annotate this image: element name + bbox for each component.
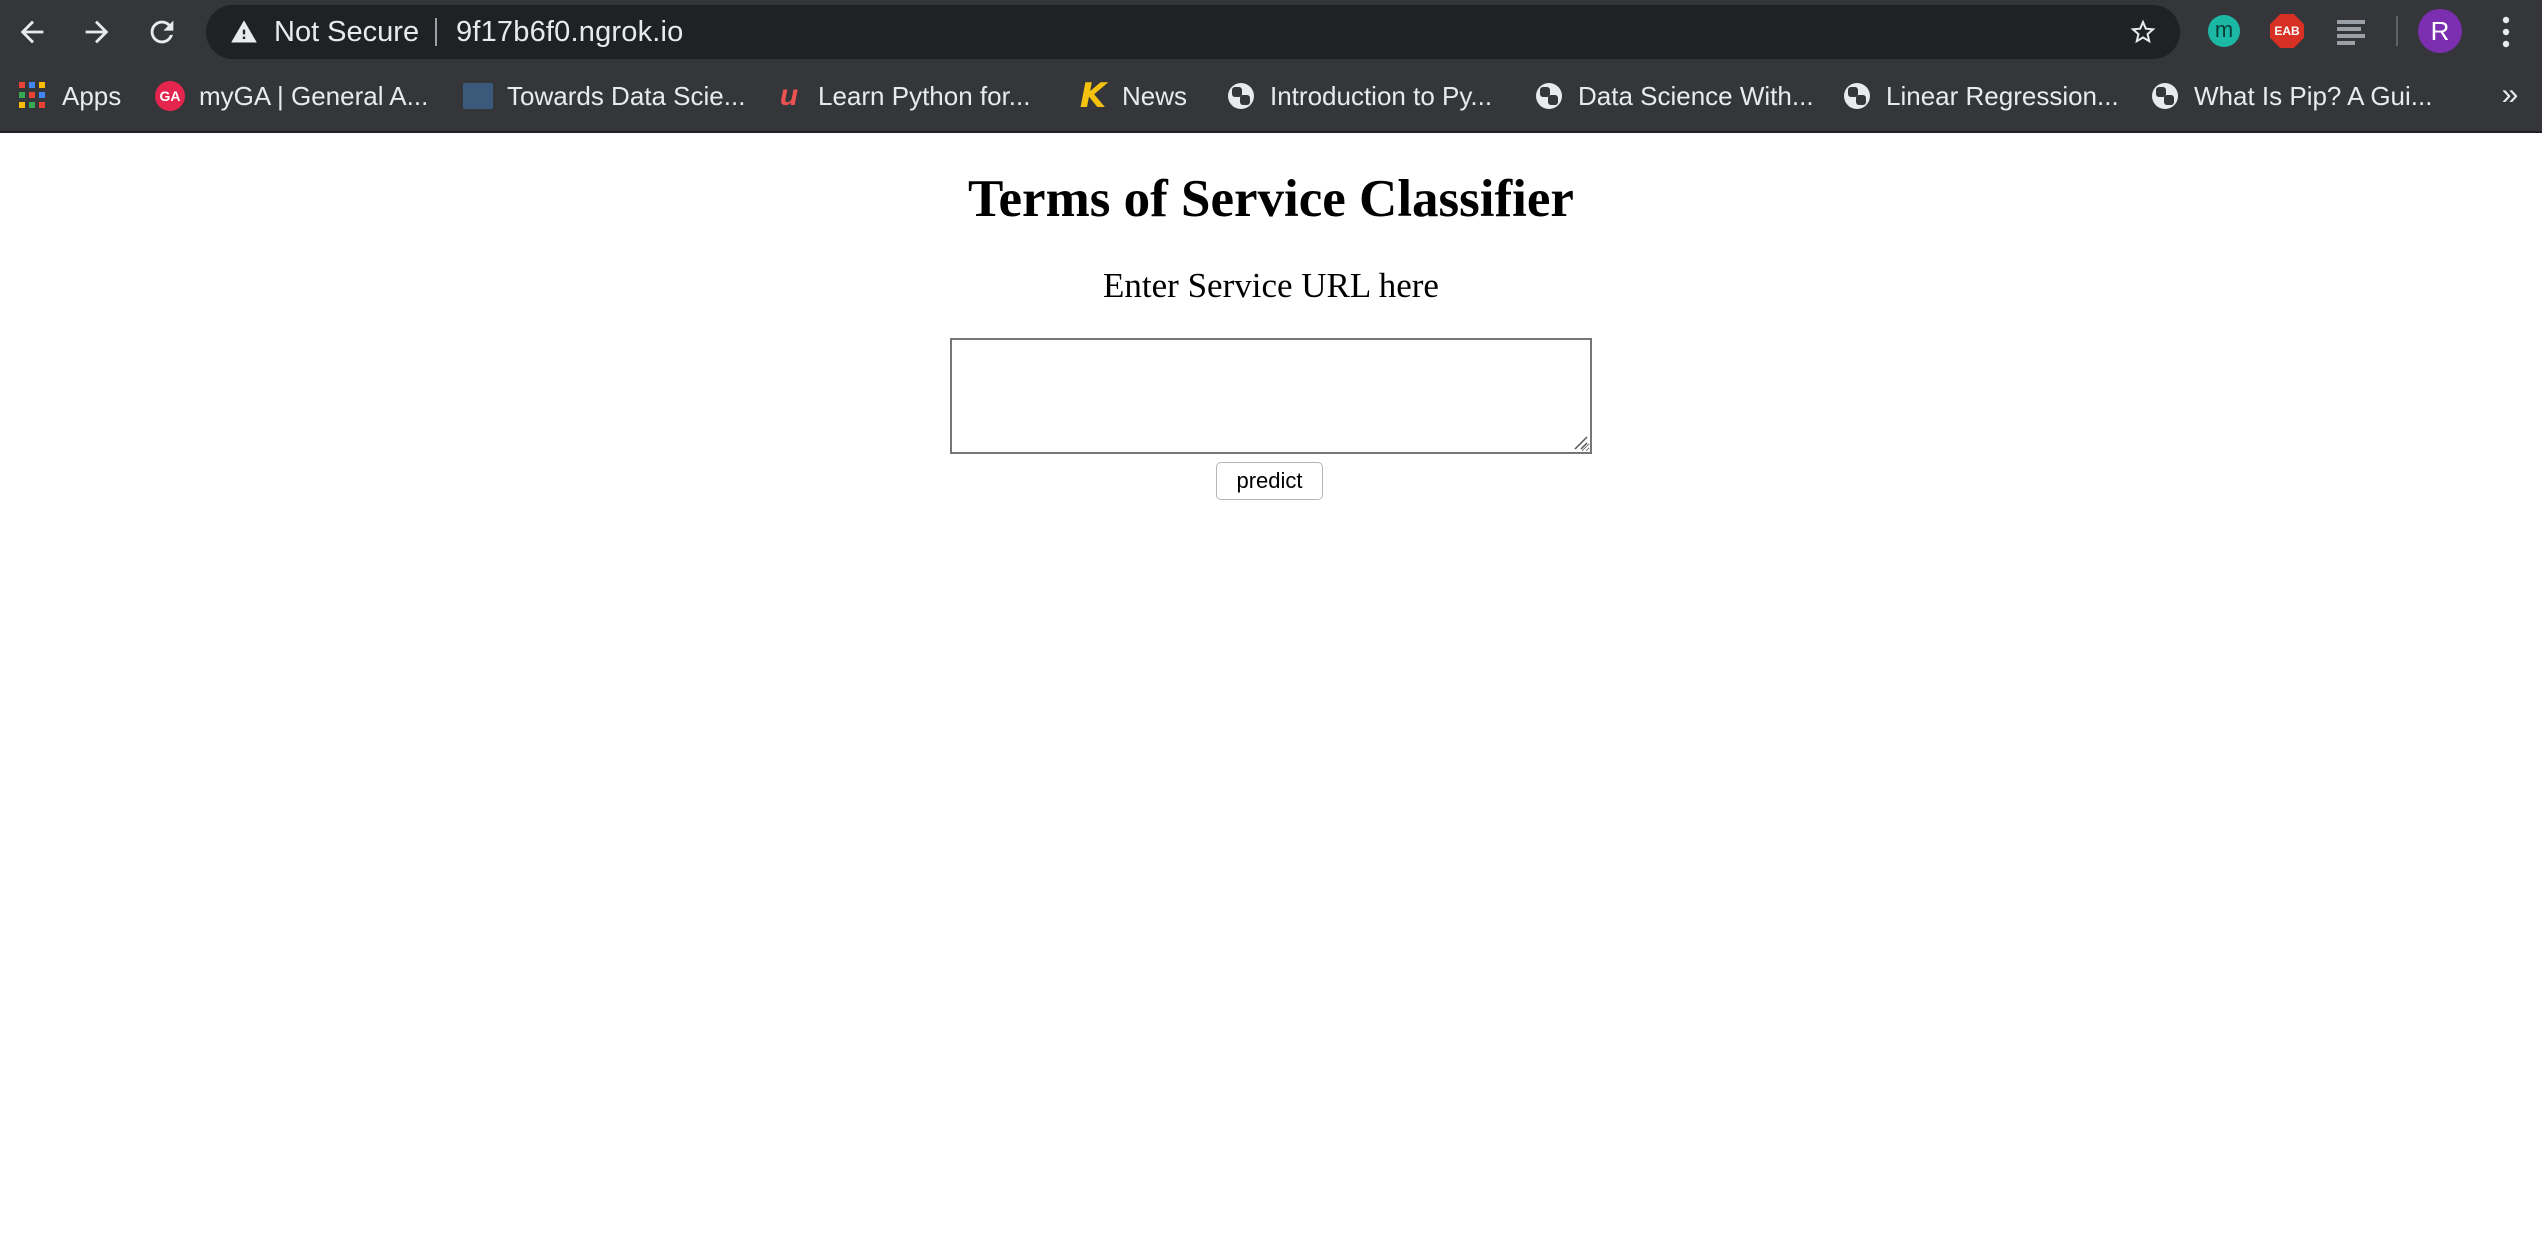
python-icon <box>1534 81 1564 111</box>
page-content: Terms of Service Classifier Enter Servic… <box>0 135 2542 1248</box>
bookmark-label: Introduction to Py... <box>1270 80 1493 111</box>
bookmark-myga[interactable]: GA myGA | General A... <box>155 68 428 124</box>
page-title: Terms of Service Classifier <box>968 170 1574 228</box>
bookmarks-bar: Apps GA myGA | General A... Towards Data… <box>0 68 2542 124</box>
security-status-label[interactable]: Not Secure <box>274 5 419 59</box>
ga-icon: GA <box>155 81 185 111</box>
bookmark-label: Linear Regression... <box>1886 80 2119 111</box>
arrow-left-icon <box>20 20 44 44</box>
profile-avatar[interactable]: R <box>2418 9 2462 53</box>
eab-extension-label: EAB <box>2270 14 2304 48</box>
star-bookmark-icon[interactable] <box>2128 17 2158 47</box>
bookmark-learn-python[interactable]: u Learn Python for... <box>774 68 1031 124</box>
bookmark-apps[interactable]: Apps <box>18 68 121 124</box>
bookmarks-overflow-button[interactable]: » <box>2490 68 2530 124</box>
bookmark-what-is-pip[interactable]: What Is Pip? A Gui... <box>2150 68 2432 124</box>
reload-icon <box>150 20 174 44</box>
browser-toolbar: Not Secure 9f17b6f0.ngrok.io m EAB R <box>0 0 2542 63</box>
browser-chrome: Not Secure 9f17b6f0.ngrok.io m EAB R App… <box>0 0 2542 133</box>
bookmark-label: myGA | General A... <box>199 80 429 111</box>
bookmark-label: Apps <box>62 80 122 111</box>
python-icon <box>2150 81 2180 111</box>
eab-extension-icon[interactable]: EAB <box>2269 13 2305 49</box>
address-bar[interactable]: Not Secure 9f17b6f0.ngrok.io <box>206 5 2180 59</box>
bookmark-label: What Is Pip? A Gui... <box>2194 80 2433 111</box>
apps-grid-icon <box>18 81 48 111</box>
bookmark-linear-regression[interactable]: Linear Regression... <box>1842 68 2119 124</box>
towards-data-science-icon <box>463 81 493 111</box>
omnibox-divider <box>435 18 437 46</box>
lines-icon <box>2337 20 2365 45</box>
bookmark-label: Learn Python for... <box>818 80 1031 111</box>
reload-button[interactable] <box>138 8 186 56</box>
warning-icon[interactable] <box>230 18 258 46</box>
python-icon <box>1226 81 1256 111</box>
bookmark-label: News <box>1122 80 1188 111</box>
service-url-input[interactable] <box>950 338 1592 454</box>
bookmark-label: Data Science With... <box>1578 80 1814 111</box>
bookmark-data-science-with[interactable]: Data Science With... <box>1534 68 1814 124</box>
toolbar-divider <box>2396 16 2398 46</box>
url-text[interactable]: 9f17b6f0.ngrok.io <box>456 5 684 59</box>
forward-button[interactable] <box>73 8 121 56</box>
m-extension-icon[interactable]: m <box>2206 13 2242 49</box>
python-icon <box>1842 81 1872 111</box>
predict-button[interactable]: predict <box>1216 462 1323 500</box>
udemy-icon: u <box>779 79 799 112</box>
bookmark-towards-data-science[interactable]: Towards Data Scie... <box>463 68 745 124</box>
k-icon: K <box>1079 76 1107 116</box>
arrow-right-icon <box>85 20 109 44</box>
more-vert-icon[interactable] <box>2490 12 2522 52</box>
bookmark-label: Towards Data Scie... <box>507 80 746 111</box>
input-prompt-label: Enter Service URL here <box>1103 266 1439 305</box>
bookmark-news[interactable]: K News <box>1078 68 1187 124</box>
back-button[interactable] <box>8 8 56 56</box>
m-extension-label: m <box>2208 15 2240 47</box>
lines-extension-icon[interactable] <box>2333 13 2369 49</box>
bookmark-introduction-to-python[interactable]: Introduction to Py... <box>1226 68 1492 124</box>
